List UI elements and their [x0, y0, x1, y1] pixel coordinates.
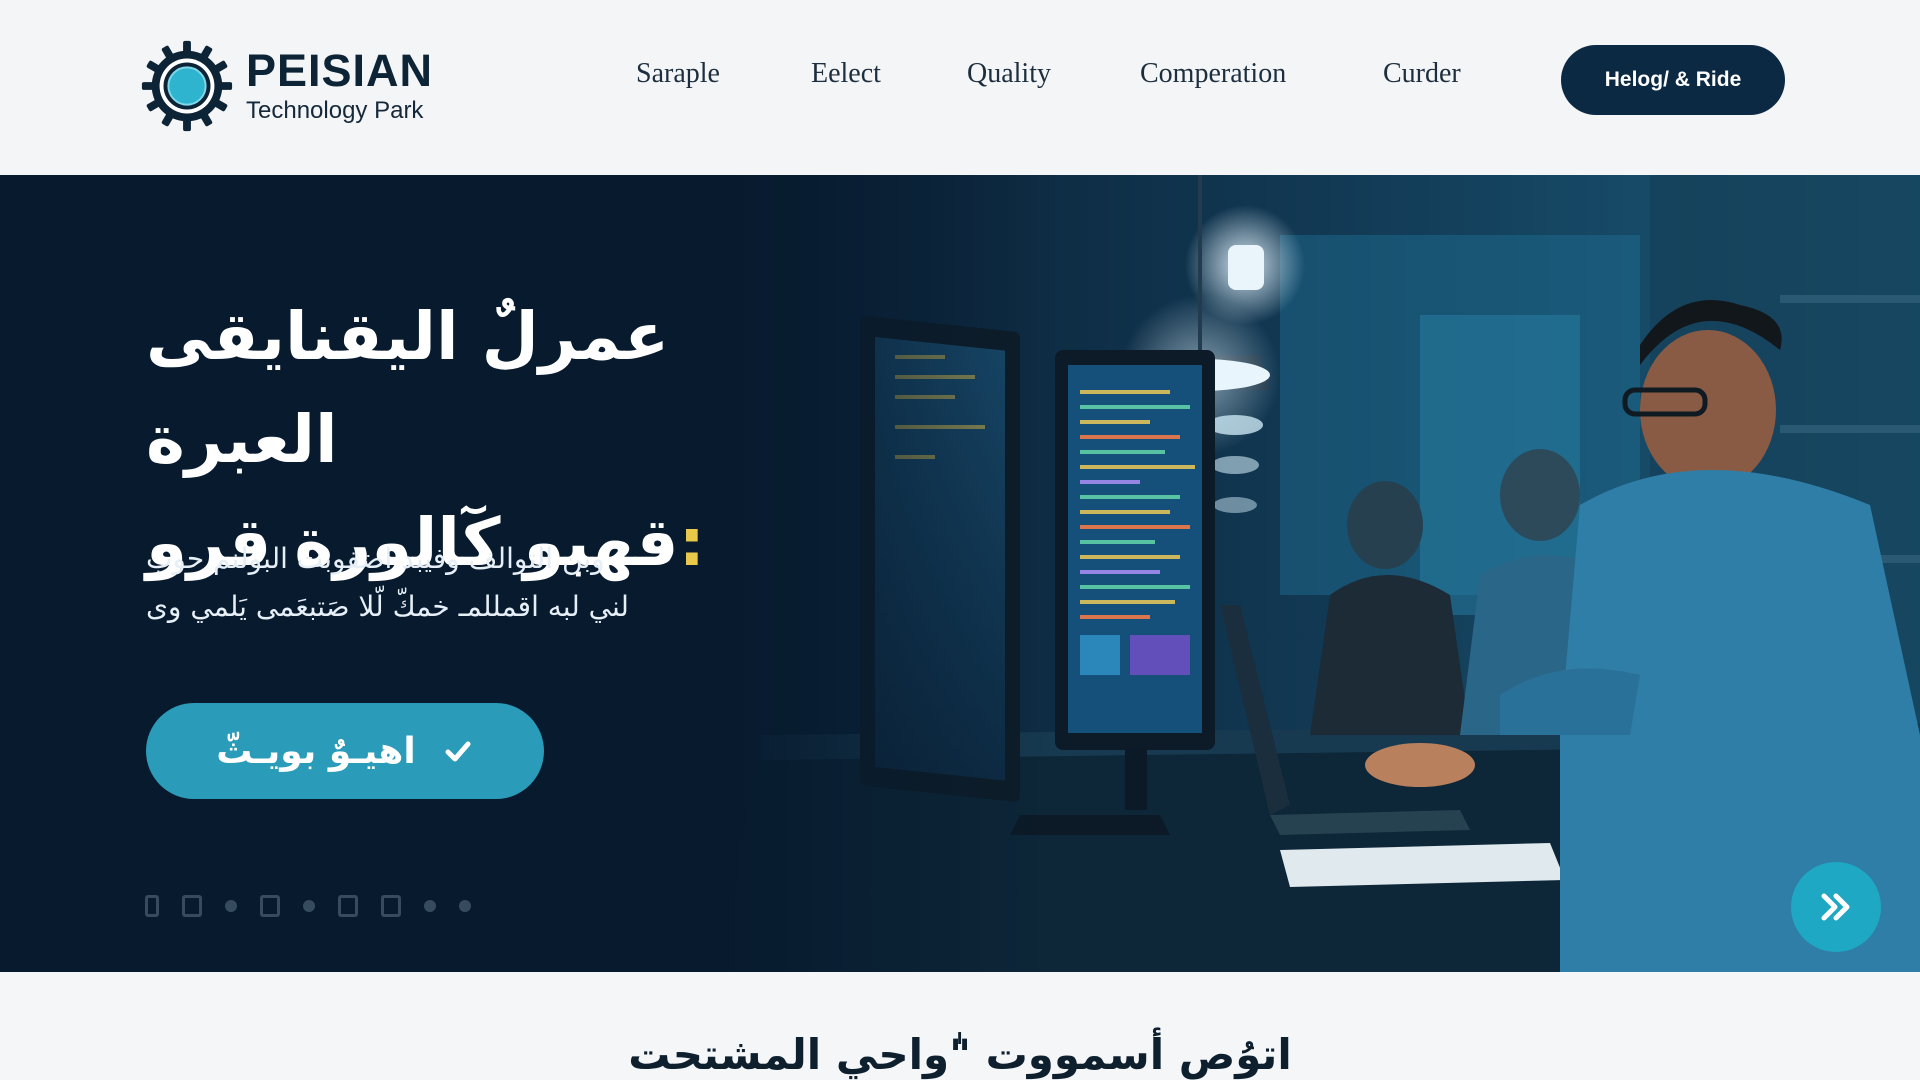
- nav-item-saraple[interactable]: Saraple: [636, 58, 720, 90]
- hero-desc-line-1: وبن التوالف وفيبد اضفوبت البولنم حوب: [146, 542, 605, 575]
- pagination-dot[interactable]: [303, 900, 315, 912]
- brand-logo[interactable]: PEISIAN Technology Park: [138, 36, 458, 136]
- nav-item-comperation[interactable]: Comperation: [1140, 58, 1286, 90]
- hero-pagination: [145, 893, 471, 919]
- double-chevron-right-icon: [1821, 893, 1850, 921]
- gear-logo-icon: [141, 40, 233, 132]
- document-icon[interactable]: [381, 895, 401, 917]
- building-icon[interactable]: [338, 895, 358, 917]
- pagination-dot[interactable]: [424, 900, 436, 912]
- phone-icon[interactable]: [145, 895, 159, 917]
- check-icon: [445, 741, 471, 762]
- pagination-dot[interactable]: [225, 900, 237, 912]
- pagination-dot[interactable]: [459, 900, 471, 912]
- section-heading: اتوُص أسمووت "ٰواحي المشتحت: [628, 1030, 1292, 1079]
- hero-description: وبن التوالف وفيبد اضفوبت البولنم حوب لني…: [146, 535, 706, 631]
- tablet-icon[interactable]: [260, 895, 280, 917]
- header-cta-button[interactable]: Helog/ & Ride: [1561, 45, 1785, 115]
- nav-item-eelect[interactable]: Eelect: [811, 58, 881, 90]
- nav-item-curder[interactable]: Curder: [1383, 58, 1461, 90]
- hero-cta-label: اهيـوٌ بويـثّ: [216, 730, 416, 772]
- nav-item-quality[interactable]: Quality: [967, 58, 1051, 90]
- hero-banner: عمرلٌ اليقنايقى العبرة :قهبو كٓالورة قرو…: [0, 175, 1920, 972]
- brand-title: PEISIAN: [246, 45, 434, 97]
- hero-desc-line-2: لني لبه اقمللمـ خمكّ لّلا صَتبعَمى يَلمي…: [146, 590, 629, 623]
- brand-subtitle: Technology Park: [246, 96, 424, 124]
- site-header: PEISIAN Technology Park Saraple Eelect Q…: [0, 0, 1920, 175]
- hero-title-line-1: عمرلٌ اليقنايقى العبرة: [146, 298, 670, 478]
- hero-next-button[interactable]: [1791, 862, 1881, 952]
- hero-cta-button[interactable]: اهيـوٌ بويـثّ: [146, 703, 544, 799]
- battery-icon[interactable]: [182, 895, 202, 917]
